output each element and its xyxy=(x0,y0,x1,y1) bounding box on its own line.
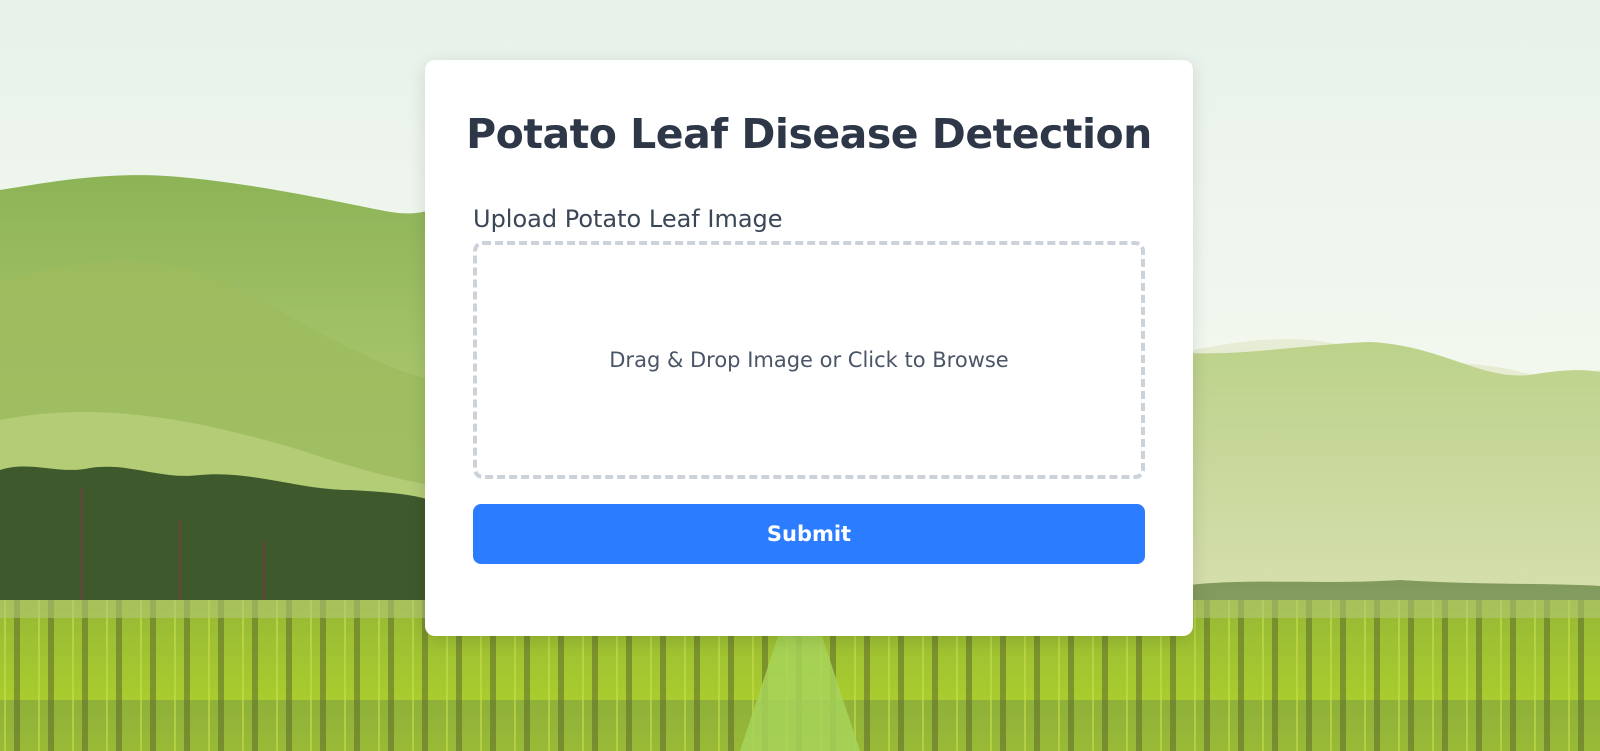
upload-card: Potato Leaf Disease Detection Upload Pot… xyxy=(425,60,1193,636)
submit-button[interactable]: Submit xyxy=(473,504,1145,564)
page-title: Potato Leaf Disease Detection xyxy=(466,110,1152,158)
upload-label: Upload Potato Leaf Image xyxy=(473,205,783,233)
image-dropzone[interactable]: Drag & Drop Image or Click to Browse xyxy=(473,241,1145,479)
dropzone-text: Drag & Drop Image or Click to Browse xyxy=(609,348,1009,372)
